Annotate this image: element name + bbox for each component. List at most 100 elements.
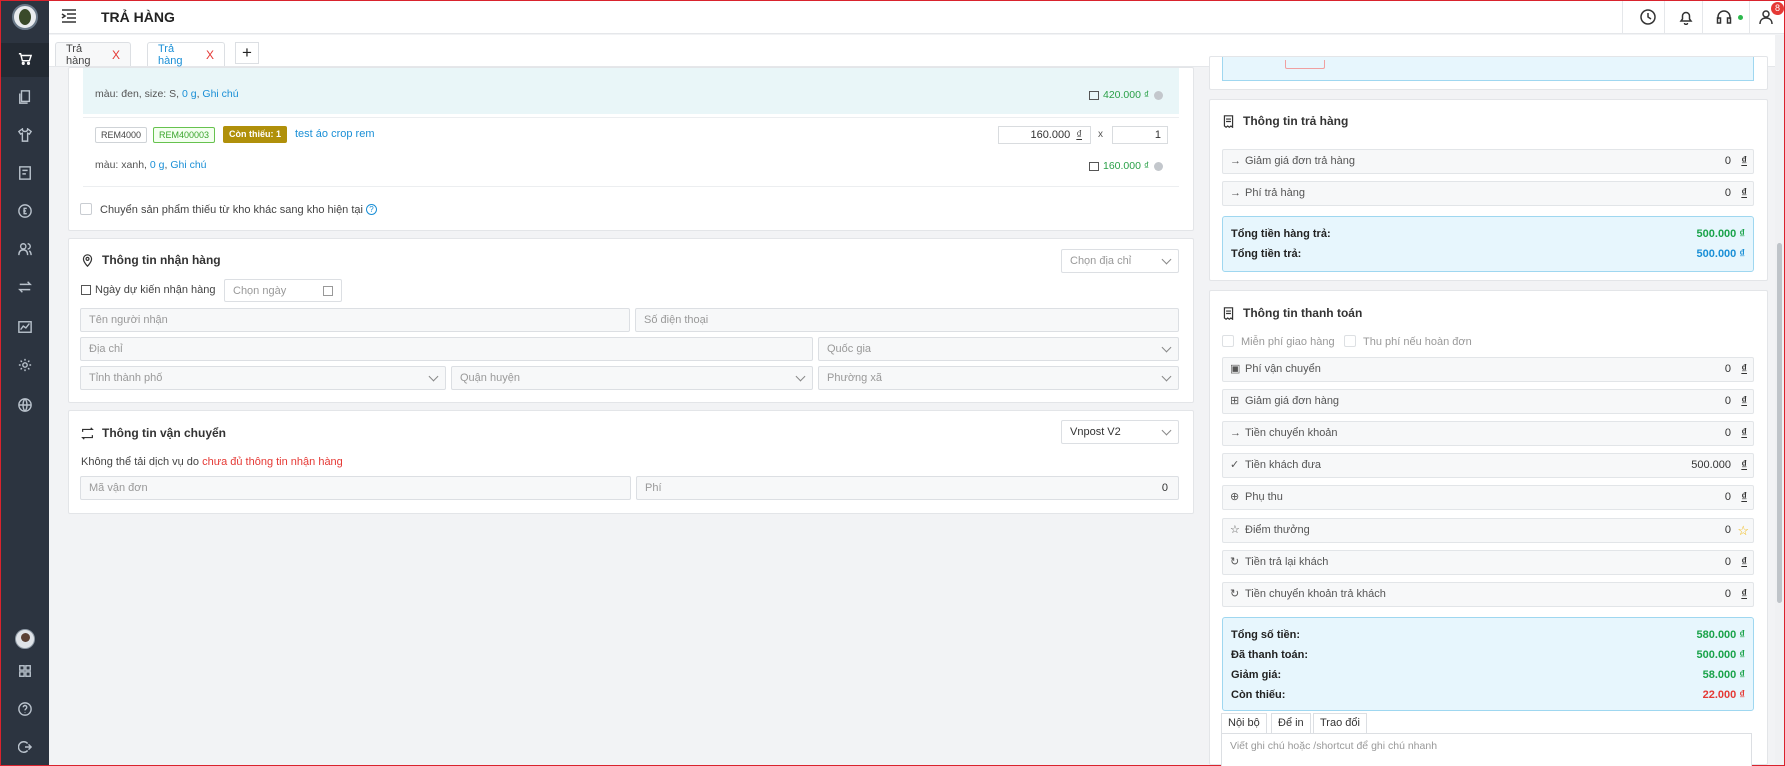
province-select[interactable]: Tỉnh thành phố bbox=[80, 366, 446, 390]
header-divider bbox=[1664, 1, 1665, 34]
price-input[interactable]: 160.000 ₫ bbox=[998, 126, 1091, 144]
receipt-icon bbox=[1089, 161, 1099, 171]
question-circle-icon[interactable]: ? bbox=[365, 204, 377, 215]
district-select[interactable]: Quận huyện bbox=[451, 366, 813, 390]
carrier-select[interactable]: Vnpost V2 bbox=[1061, 420, 1179, 444]
transfer-stock-label: Chuyển sản phẩm thiếu từ kho khác sang k… bbox=[100, 204, 377, 216]
bell-icon[interactable] bbox=[1677, 8, 1695, 26]
change-returned-field[interactable]: ↻ Tiền trả lại khách 0 ₫ bbox=[1222, 550, 1754, 575]
header-divider bbox=[1749, 1, 1750, 34]
receiving-title: Thông tin nhận hàng bbox=[81, 253, 221, 267]
phone-input[interactable]: Số điện thoại bbox=[635, 308, 1179, 332]
ward-select[interactable]: Phường xã bbox=[818, 366, 1179, 390]
cash-given-field[interactable]: ✓ Tiền khách đưa 500.000 ₫ bbox=[1222, 453, 1754, 478]
item-note-link[interactable]: Ghi chú bbox=[202, 88, 238, 100]
shipping-title: Thông tin vận chuyển bbox=[81, 426, 226, 440]
item-weight[interactable]: 0 g bbox=[150, 159, 165, 171]
item-weight[interactable]: 0 g bbox=[182, 88, 197, 100]
inventory-icon[interactable] bbox=[15, 163, 35, 183]
chevron-down-icon bbox=[1161, 254, 1172, 265]
clock-icon[interactable] bbox=[1639, 8, 1657, 26]
country-select[interactable]: Quốc gia bbox=[818, 337, 1179, 361]
payment-info-title: Thông tin thanh toán bbox=[1222, 306, 1362, 320]
address-input[interactable]: Địa chỉ bbox=[80, 337, 813, 361]
chevron-down-icon bbox=[1161, 371, 1172, 382]
calendar-icon bbox=[323, 286, 333, 296]
star-outline-icon: ☆ bbox=[1230, 524, 1240, 536]
quantity-input[interactable]: 1 bbox=[1112, 126, 1168, 144]
chevron-down-icon bbox=[428, 371, 439, 382]
arrow-right-icon: → bbox=[1230, 155, 1241, 167]
note-textarea[interactable]: Viết ghi chú hoặc /shortcut để ghi chú n… bbox=[1221, 733, 1752, 766]
transfer-icon[interactable] bbox=[15, 277, 35, 297]
surcharge-field[interactable]: ⊕ Phụ thu 0 ₫ bbox=[1222, 485, 1754, 510]
app-logo[interactable] bbox=[12, 4, 38, 30]
remove-item-icon[interactable] bbox=[1154, 161, 1164, 171]
transfer-stock-checkbox[interactable] bbox=[80, 203, 92, 215]
reward-points-field[interactable]: ☆ Điểm thưởng 0 ☆ bbox=[1222, 518, 1754, 543]
receiver-name-input[interactable]: Tên người nhận bbox=[80, 308, 630, 332]
product-code: REM4000 bbox=[95, 127, 148, 143]
item-meta: màu: đen, size: S, 0 g, Ghi chú bbox=[95, 88, 239, 100]
return-goods-total: Tổng tiền hàng trả: 500.000 ₫ bbox=[1231, 228, 1745, 240]
help-icon[interactable] bbox=[15, 699, 35, 719]
menu-toggle-icon[interactable] bbox=[61, 9, 77, 23]
free-shipping-checkbox[interactable] bbox=[1222, 335, 1234, 347]
scrollbar-thumb[interactable] bbox=[1777, 243, 1782, 603]
choose-address-select[interactable]: Chọn địa chỉ bbox=[1061, 249, 1179, 273]
star-icon[interactable]: ☆ bbox=[1737, 519, 1749, 542]
logout-icon[interactable] bbox=[15, 737, 35, 757]
chevron-down-icon bbox=[1161, 342, 1172, 353]
refresh-icon: ↻ bbox=[1230, 556, 1240, 568]
truck-icon: ▣ bbox=[1230, 363, 1241, 375]
note-tab-print[interactable]: Để in bbox=[1271, 713, 1311, 733]
headset-icon[interactable] bbox=[1715, 8, 1733, 26]
globe-icon[interactable] bbox=[15, 395, 35, 415]
shipping-fee-field[interactable]: ▣ Phí vận chuyển 0 ₫ bbox=[1222, 357, 1754, 382]
finance-icon[interactable] bbox=[15, 201, 35, 221]
expected-date-picker[interactable]: Chọn ngày bbox=[224, 279, 342, 302]
settings-gear-icon[interactable] bbox=[15, 355, 35, 375]
multiply-sign: x bbox=[1098, 129, 1103, 140]
amount-due: Còn thiếu: 22.000 ₫ bbox=[1231, 689, 1745, 701]
online-status-dot bbox=[1738, 15, 1743, 20]
chevron-down-icon bbox=[795, 371, 806, 382]
return-discount-field[interactable]: → Giảm giá đơn trả hàng 0 ₫ bbox=[1222, 149, 1754, 174]
receipt-icon bbox=[1223, 306, 1234, 320]
charge-if-cancel-checkbox[interactable] bbox=[1344, 335, 1356, 347]
refund-transfer-field[interactable]: ↻ Tiền chuyển khoản trả khách 0 ₫ bbox=[1222, 582, 1754, 607]
customer-tag bbox=[1285, 60, 1325, 69]
logo-mark bbox=[19, 9, 31, 25]
add-tab-button[interactable]: + bbox=[235, 42, 259, 64]
map-pin-icon bbox=[82, 253, 93, 267]
apps-grid-icon[interactable] bbox=[15, 661, 35, 681]
close-icon[interactable]: X bbox=[112, 48, 120, 62]
orders-icon[interactable] bbox=[15, 87, 35, 107]
shipping-fee-input[interactable]: Phí 0 bbox=[636, 476, 1179, 500]
reports-icon[interactable] bbox=[15, 317, 35, 337]
close-icon[interactable]: X bbox=[206, 48, 214, 62]
note-tab-internal[interactable]: Nội bộ bbox=[1221, 713, 1267, 733]
return-fee-field[interactable]: → Phí trả hàng 0 ₫ bbox=[1222, 181, 1754, 206]
tracking-code-input[interactable]: Mã vận đơn bbox=[80, 476, 631, 500]
payment-info-panel: Thông tin thanh toán Miễn phí giao hàng … bbox=[1209, 290, 1768, 765]
payment-summary-box: Tổng số tiền: 580.000 ₫ Đã thanh toán: 5… bbox=[1222, 617, 1754, 711]
cart-icon[interactable] bbox=[15, 49, 35, 69]
tab-return-2[interactable]: Trả hàng X bbox=[147, 42, 225, 67]
tab-return-1[interactable]: Trả hàng X bbox=[55, 42, 131, 67]
refresh-icon: ↻ bbox=[1230, 588, 1240, 600]
bank-transfer-field[interactable]: → Tiền chuyển khoản 0 ₫ bbox=[1222, 421, 1754, 446]
product-name-link[interactable]: test áo crop rem bbox=[295, 128, 374, 140]
item-note-link[interactable]: Ghi chú bbox=[170, 159, 206, 171]
user-avatar[interactable] bbox=[15, 629, 35, 649]
receipt-icon bbox=[1223, 114, 1234, 128]
receipt-icon bbox=[1089, 90, 1099, 100]
customers-icon[interactable] bbox=[15, 239, 35, 259]
products-shirt-icon[interactable] bbox=[15, 125, 35, 145]
return-info-panel: Thông tin trả hàng → Giảm giá đơn trả hà… bbox=[1209, 99, 1768, 281]
expected-date-label: Ngày dự kiến nhận hàng bbox=[81, 284, 216, 296]
customer-panel-partial bbox=[1209, 56, 1768, 90]
order-discount-field[interactable]: ⊞ Giảm giá đơn hàng 0 ₫ bbox=[1222, 389, 1754, 414]
remove-item-icon[interactable] bbox=[1154, 90, 1164, 100]
note-tab-discussion[interactable]: Trao đổi bbox=[1313, 713, 1367, 733]
